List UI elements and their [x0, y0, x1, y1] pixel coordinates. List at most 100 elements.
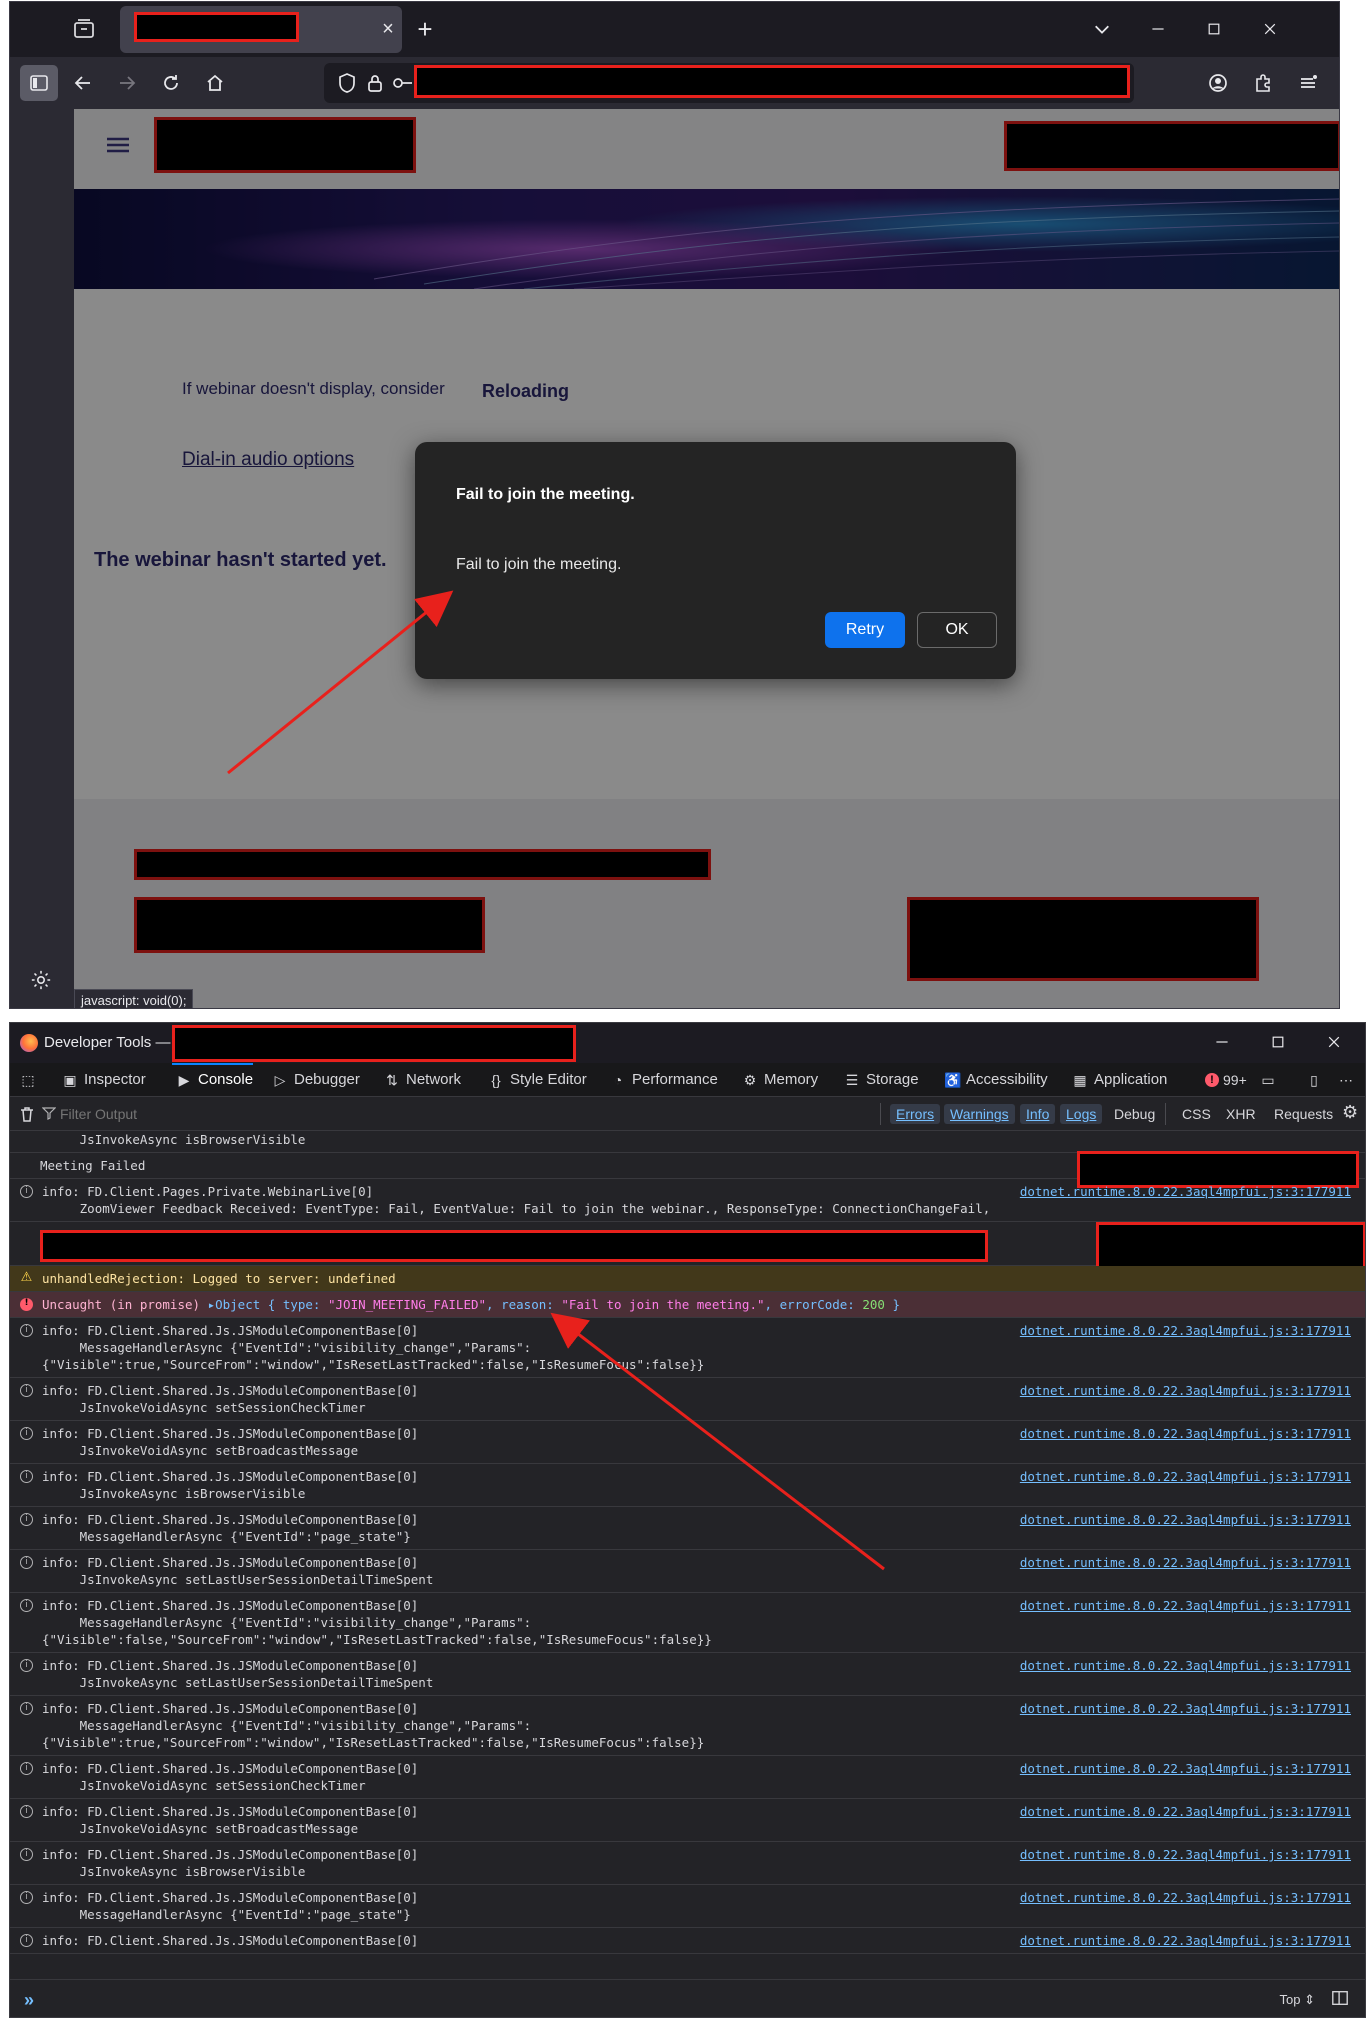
list-all-tabs-icon[interactable] — [1082, 14, 1122, 44]
devtools-titlebar: Developer Tools — — [10, 1023, 1365, 1063]
element-picker-icon[interactable]: ⬚ — [20, 1063, 36, 1097]
filter-logs[interactable]: Logs — [1060, 1104, 1103, 1124]
redacted-url — [414, 65, 1130, 98]
log-row: i info: FD.Client.Shared.Js.JSModuleCompo… — [10, 1696, 1365, 1756]
tab-list-icon[interactable] — [72, 18, 96, 40]
reload-icon[interactable] — [152, 65, 190, 101]
log-source-link[interactable]: dotnet.runtime.8.0.22.3aql4mpfui.js:3:17… — [1020, 1382, 1351, 1399]
dialog-title: Fail to join the meeting. — [456, 486, 635, 503]
filter-info[interactable]: Info — [1020, 1104, 1056, 1124]
log-source-link[interactable]: dotnet.runtime.8.0.22.3aql4mpfui.js:3:17… — [1020, 1803, 1351, 1820]
tab-application[interactable]: ▦ Application — [1072, 1063, 1167, 1097]
log-source-link[interactable]: dotnet.runtime.8.0.22.3aql4mpfui.js:3:17… — [1020, 1468, 1351, 1485]
split-console-icon[interactable] — [1331, 1989, 1351, 2009]
dialog-message: Fail to join the meeting. — [456, 556, 622, 573]
log-row: i info: FD.Client.Shared.Js.JSModuleCompo… — [10, 1799, 1365, 1842]
console-filter-bar: Errors Warnings Info Logs Debug CSS XHR … — [10, 1097, 1365, 1131]
tab-performance[interactable]: ◔ Performance — [610, 1063, 718, 1097]
filter-output-input[interactable] — [60, 1103, 460, 1125]
performance-icon: ◔ — [613, 1072, 623, 1088]
address-bar[interactable] — [324, 63, 1134, 103]
context-selector[interactable]: Top ⇕ — [1280, 1992, 1315, 2008]
warning-row: ⚠ unhandledRejection: Logged to server: u… — [10, 1266, 1365, 1292]
more-options-icon[interactable]: ⋯ — [1338, 1063, 1354, 1097]
log-source-link[interactable]: dotnet.runtime.8.0.22.3aql4mpfui.js:3:17… — [1020, 1183, 1351, 1200]
clear-console-icon[interactable] — [18, 1105, 36, 1123]
app-menu-icon[interactable] — [1289, 65, 1327, 101]
log-row: i info: FD.Client.Shared.Js.JSModuleCompo… — [10, 1421, 1365, 1464]
back-icon[interactable] — [64, 65, 102, 101]
ok-button[interactable]: OK — [917, 612, 997, 648]
log-source-link[interactable]: dotnet.runtime.8.0.22.3aql4mpfui.js:3:17… — [1020, 1760, 1351, 1777]
key-icon[interactable] — [392, 72, 414, 94]
log-source-link[interactable]: dotnet.runtime.8.0.22.3aql4mpfui.js:3:17… — [1020, 1700, 1351, 1717]
tab-memory[interactable]: ⚙ Memory — [742, 1063, 818, 1097]
log-source-link[interactable]: dotnet.runtime.8.0.22.3aql4mpfui.js:3:17… — [1020, 1425, 1351, 1442]
tab-inspector[interactable]: ▣ Inspector — [62, 1063, 145, 1097]
info-icon: i — [20, 1805, 33, 1818]
forward-icon[interactable] — [108, 65, 146, 101]
inspector-icon: ▣ — [63, 1072, 77, 1088]
log-source-link[interactable]: dotnet.runtime.8.0.22.3aql4mpfui.js:3:17… — [1020, 1511, 1351, 1528]
lock-icon[interactable] — [364, 72, 386, 94]
info-icon: i — [20, 1848, 33, 1861]
log-source-link[interactable]: dotnet.runtime.8.0.22.3aql4mpfui.js:3:17… — [1020, 1889, 1351, 1906]
log-source-link[interactable]: dotnet.runtime.8.0.22.3aql4mpfui.js:3:17… — [1020, 1322, 1351, 1339]
log-row: i info: FD.Client.Shared.Js.JSModuleCompo… — [10, 1318, 1365, 1378]
filter-errors[interactable]: Errors — [890, 1104, 941, 1124]
error-count-badge[interactable]: ! 99+ — [1205, 1072, 1247, 1088]
filter-warnings[interactable]: Warnings — [944, 1104, 1015, 1124]
tab-close-icon[interactable]: × — [375, 14, 401, 44]
extensions-icon[interactable] — [1244, 65, 1282, 101]
tab-network[interactable]: ⇅ Network — [384, 1063, 461, 1097]
responsive-mode-icon[interactable]: ▯ — [1306, 1063, 1322, 1097]
log-source-link[interactable]: dotnet.runtime.8.0.22.3aql4mpfui.js:3:17… — [1020, 1554, 1351, 1571]
shield-icon[interactable] — [336, 72, 358, 94]
log-row: i info: FD.Client.Shared.Js.JSModuleCompo… — [10, 1842, 1365, 1885]
new-tab-icon[interactable]: + — [410, 14, 440, 44]
console-settings-gear-icon[interactable]: ⚙ — [1336, 1102, 1364, 1122]
tab-style-editor[interactable]: {} Style Editor — [488, 1063, 586, 1097]
sidebar-toggle-icon[interactable] — [20, 65, 58, 101]
retry-button[interactable]: Retry — [825, 612, 905, 648]
debugger-icon: ▷ — [274, 1072, 286, 1088]
minimize-icon[interactable] — [1138, 14, 1178, 44]
dock-icon[interactable]: ▭ — [1260, 1063, 1276, 1097]
info-icon: i — [20, 1324, 33, 1337]
log-source-link[interactable]: dotnet.runtime.8.0.22.3aql4mpfui.js:3:17… — [1020, 1846, 1351, 1863]
log-source-link[interactable]: dotnet.runtime.8.0.22.3aql4mpfui.js:3:17… — [1020, 1657, 1351, 1674]
log-row — [10, 1222, 1365, 1290]
devtools-window: Developer Tools — ⬚ ▣ Inspector ▶ Console … — [9, 1022, 1366, 2018]
log-source-link[interactable]: dotnet.runtime.8.0.22.3aql4mpfui.js:3:17… — [1020, 1932, 1351, 1949]
tab-debugger[interactable]: ▷ Debugger — [272, 1063, 360, 1097]
close-window-icon[interactable] — [1250, 14, 1290, 44]
info-icon: i — [20, 1470, 33, 1483]
devtools-minimize-icon[interactable] — [1202, 1027, 1242, 1057]
nav-toolbar — [10, 57, 1339, 109]
browser-tab-active[interactable]: × — [120, 6, 402, 53]
firefox-logo-icon — [20, 1034, 38, 1052]
tab-console[interactable]: ▶ Console — [171, 1063, 254, 1097]
memory-icon: ⚙ — [743, 1072, 757, 1088]
style-editor-icon: {} — [491, 1072, 501, 1088]
filter-css[interactable]: CSS — [1176, 1104, 1217, 1124]
log-row: i info: FD.Client.Shared.Js.JSModuleCompo… — [10, 1653, 1365, 1696]
tab-accessibility[interactable]: ♿ Accessibility — [944, 1063, 1048, 1097]
tab-storage[interactable]: ☰ Storage — [844, 1063, 919, 1097]
info-icon: i — [20, 1659, 33, 1672]
log-source-link[interactable]: dotnet.runtime.8.0.22.3aql4mpfui.js:3:17… — [1020, 1597, 1351, 1614]
account-icon[interactable] — [1199, 65, 1237, 101]
filter-icon — [41, 1106, 57, 1120]
filter-debug[interactable]: Debug — [1108, 1104, 1161, 1124]
devtools-maximize-icon[interactable] — [1258, 1027, 1298, 1057]
console-input-line[interactable]: » Top ⇕ — [10, 1979, 1365, 2017]
info-icon: i — [20, 1513, 33, 1526]
devtools-close-icon[interactable] — [1314, 1027, 1354, 1057]
maximize-icon[interactable] — [1194, 14, 1234, 44]
info-icon: i — [20, 1934, 33, 1947]
settings-gear-icon[interactable] — [30, 969, 54, 993]
filter-xhr[interactable]: XHR — [1220, 1104, 1262, 1124]
home-icon[interactable] — [196, 65, 234, 101]
console-icon: ▶ — [178, 1072, 190, 1088]
filter-requests[interactable]: Requests — [1268, 1104, 1339, 1124]
